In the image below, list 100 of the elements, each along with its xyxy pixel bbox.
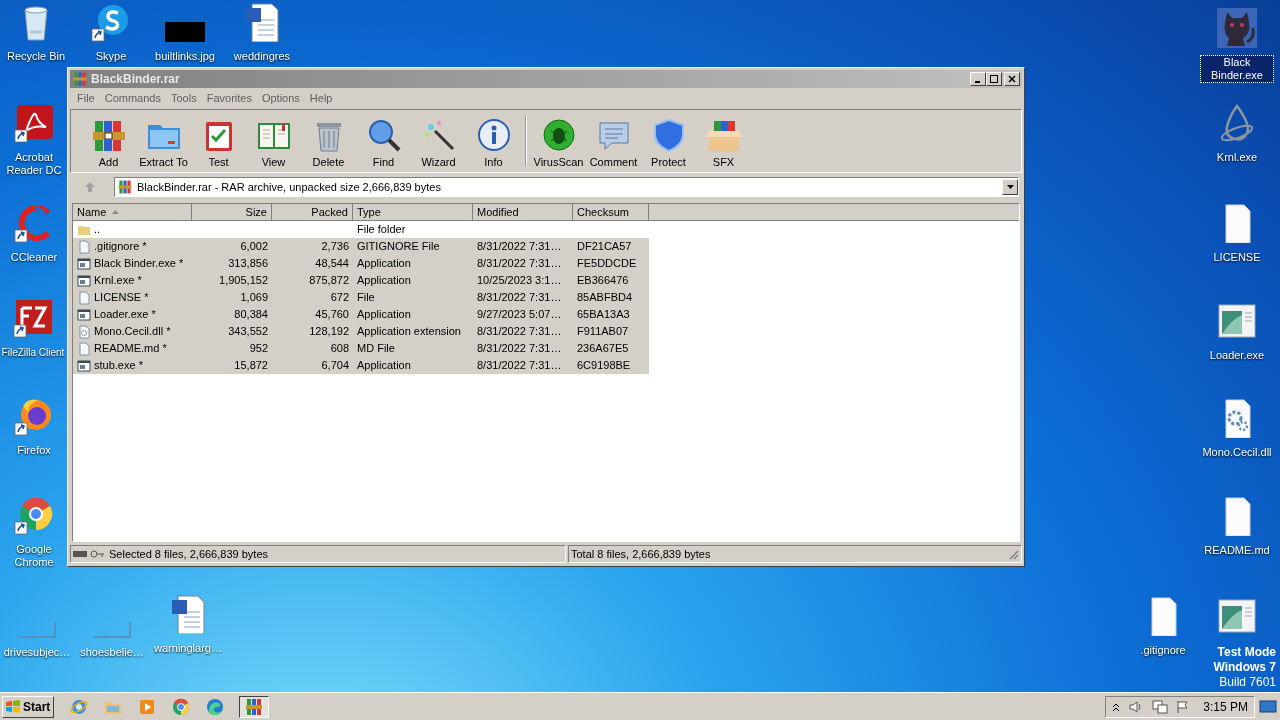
- desktop-icon-label[interactable]: weddingres: [232, 50, 292, 63]
- column-header[interactable]: Size: [192, 204, 272, 221]
- menu-item[interactable]: File: [72, 89, 100, 107]
- table-cell-text: 8/31/2022 7:31…: [477, 358, 562, 374]
- network-icon[interactable]: [1152, 699, 1168, 714]
- toolbar-button[interactable]: Test: [191, 113, 246, 169]
- flag-icon[interactable]: [1176, 699, 1190, 714]
- status-text: Total 8 files, 2,666,839 bytes: [571, 546, 711, 562]
- gear-file-icon: [77, 324, 91, 339]
- table-cell-text: 313,856: [228, 256, 268, 272]
- desktop-icon-label[interactable]: Acrobat Reader DC: [3, 151, 65, 177]
- desktop-icon-label[interactable]: Black Binder.exe: [1201, 56, 1273, 82]
- table-cell-text: 45,760: [315, 307, 349, 323]
- menu-item[interactable]: Favorites: [201, 89, 257, 107]
- table-cell-text: 85ABFBD4: [577, 290, 633, 306]
- file-name: LICENSE *: [94, 290, 149, 306]
- toolbar-button[interactable]: Extract To: [136, 113, 191, 169]
- desktop-icon-label[interactable]: builtlinks.jpg: [154, 50, 216, 63]
- speaker-icon[interactable]: [1128, 699, 1144, 714]
- file-name: ..: [94, 222, 101, 238]
- table-cell-text: 9/27/2023 5:07…: [477, 307, 562, 323]
- table-cell-text: 48,544: [315, 256, 349, 272]
- start-button[interactable]: Start: [2, 695, 54, 718]
- info-icon: [475, 117, 512, 153]
- table-cell-text: F911AB07: [577, 324, 629, 340]
- table-cell-text: 8/31/2022 7:31…: [477, 256, 562, 272]
- table-cell-text: 65BA13A3: [577, 307, 630, 323]
- table-cell-text: 8/31/2022 7:31…: [477, 324, 562, 340]
- chevron-up-icon[interactable]: [1112, 701, 1120, 712]
- file-name: Krnl.exe *: [94, 273, 142, 289]
- column-header[interactable]: Name: [73, 204, 192, 221]
- column-header[interactable]: Checksum: [573, 204, 649, 221]
- close-icon: [1008, 75, 1016, 83]
- maximize-button[interactable]: [986, 72, 1002, 86]
- toolbar-button[interactable]: VirusScan: [531, 113, 586, 169]
- table-cell-text: Application: [357, 307, 411, 323]
- desktop-icon-label[interactable]: CCleaner: [9, 251, 59, 264]
- file-row[interactable]: Black Binder.exe * 313,856 48,544 Application 8/31/2022 7:31… FE5DDCDE: [73, 255, 649, 272]
- close-button[interactable]: [1004, 72, 1020, 86]
- file-name: Loader.exe *: [94, 307, 156, 323]
- window-icon: [77, 307, 91, 322]
- minimize-button[interactable]: [970, 72, 986, 86]
- windows-logo-icon: [5, 698, 21, 715]
- toolbar-button[interactable]: Delete: [301, 113, 356, 169]
- desktop-icon-label[interactable]: README.md: [1203, 544, 1271, 557]
- window-icon: [77, 358, 91, 373]
- column-header[interactable]: Type: [353, 204, 473, 221]
- window-title: BlackBinder.rar: [91, 71, 180, 88]
- table-cell-text: Application: [357, 273, 411, 289]
- desktop-icon-label[interactable]: Recycle Bin: [5, 50, 67, 63]
- menu-item[interactable]: Commands: [99, 89, 166, 107]
- desktop-icon-label[interactable]: .gitignore: [1139, 644, 1187, 657]
- toolbar-button[interactable]: Add: [81, 113, 136, 169]
- sort-arrow-icon: [112, 210, 120, 214]
- file-row[interactable]: Krnl.exe * 1,905,152 875,872 Application 10/25/2023 3:1… EB366476: [73, 272, 649, 289]
- os-build-text: Windows 7: [1213, 660, 1276, 675]
- toolbar-button[interactable]: Info: [466, 113, 521, 169]
- desktop-icon-label[interactable]: FileZilla Client: [0, 346, 66, 359]
- table-cell-text: MD File: [357, 341, 395, 357]
- desktop-icon-label[interactable]: Krnl.exe: [1215, 151, 1259, 164]
- toolbar-button[interactable]: Wizard: [411, 113, 466, 169]
- toolbar-button[interactable]: Find: [356, 113, 411, 169]
- column-header[interactable]: Packed: [272, 204, 353, 221]
- menu-item[interactable]: Help: [304, 89, 338, 107]
- table-cell-text: 80,384: [234, 307, 268, 323]
- os-build-text: Test Mode: [1217, 645, 1276, 660]
- status-text: Selected 8 files, 2,666,839 bytes: [109, 546, 268, 562]
- column-header[interactable]: Modified: [473, 204, 573, 221]
- desktop-icon-label[interactable]: Loader.exe: [1208, 349, 1266, 362]
- dropdown-button[interactable]: [1002, 179, 1018, 195]
- file-row[interactable]: LICENSE * 1,069 672 File 8/31/2022 7:31… 85ABFBD4: [73, 289, 649, 306]
- file-name: README.md *: [94, 341, 167, 357]
- file-row[interactable]: Loader.exe * 80,384 45,760 Application 9/27/2023 5:07… 65BA13A3: [73, 306, 649, 323]
- browser-icon: [171, 696, 191, 717]
- toolbar-button[interactable]: Comment: [586, 113, 641, 169]
- table-cell-text: 236A67E5: [577, 341, 629, 357]
- menu-item[interactable]: Options: [256, 89, 305, 107]
- desktop-icon-label[interactable]: Skype: [94, 50, 128, 63]
- file-name: Black Binder.exe *: [94, 256, 184, 272]
- file-row[interactable]: .gitignore * 6,002 2,736 GITIGNORE File 8/31/2022 7:31… DF21CA57: [73, 238, 649, 255]
- table-cell-text: 952: [249, 341, 268, 357]
- monitor-icon: [1259, 699, 1277, 714]
- desktop-icon-label[interactable]: Mono.Cecil.dll: [1201, 446, 1273, 459]
- file-row[interactable]: Mono.Cecil.dll * 343,552 128,192 Application extension 8/31/2022 7:31… F911AB07: [73, 323, 649, 340]
- table-cell-text: 8/31/2022 7:31…: [477, 239, 562, 255]
- table-cell-text: 6C9198BE: [577, 358, 631, 374]
- toolbar-button[interactable]: Protect: [641, 113, 696, 169]
- address-field[interactable]: BlackBinder.rar - RAR archive, unpacked size 2,666,839 bytes: [114, 177, 1019, 197]
- file-row[interactable]: stub.exe * 15,872 6,704 Application 8/31/2022 7:31… 6C9198BE: [73, 357, 649, 374]
- table-cell-text: EB366476: [577, 273, 629, 289]
- menu-item[interactable]: Tools: [166, 89, 202, 107]
- table-cell-text: 15,872: [234, 358, 268, 374]
- desktop-icon-label[interactable]: LICENSE: [1212, 251, 1262, 264]
- toolbar-button[interactable]: View: [246, 113, 301, 169]
- table-cell-text: 1,905,152: [219, 273, 268, 289]
- taskbar-button[interactable]: [239, 695, 269, 718]
- file-row[interactable]: README.md * 952 608 MD File 8/31/2022 7:31… 236A67E5: [73, 340, 649, 357]
- clock-text[interactable]: 3:15 PM: [1203, 697, 1248, 716]
- table-cell-text: DF21CA57: [577, 239, 632, 255]
- toolbar-button[interactable]: SFX: [696, 113, 751, 169]
